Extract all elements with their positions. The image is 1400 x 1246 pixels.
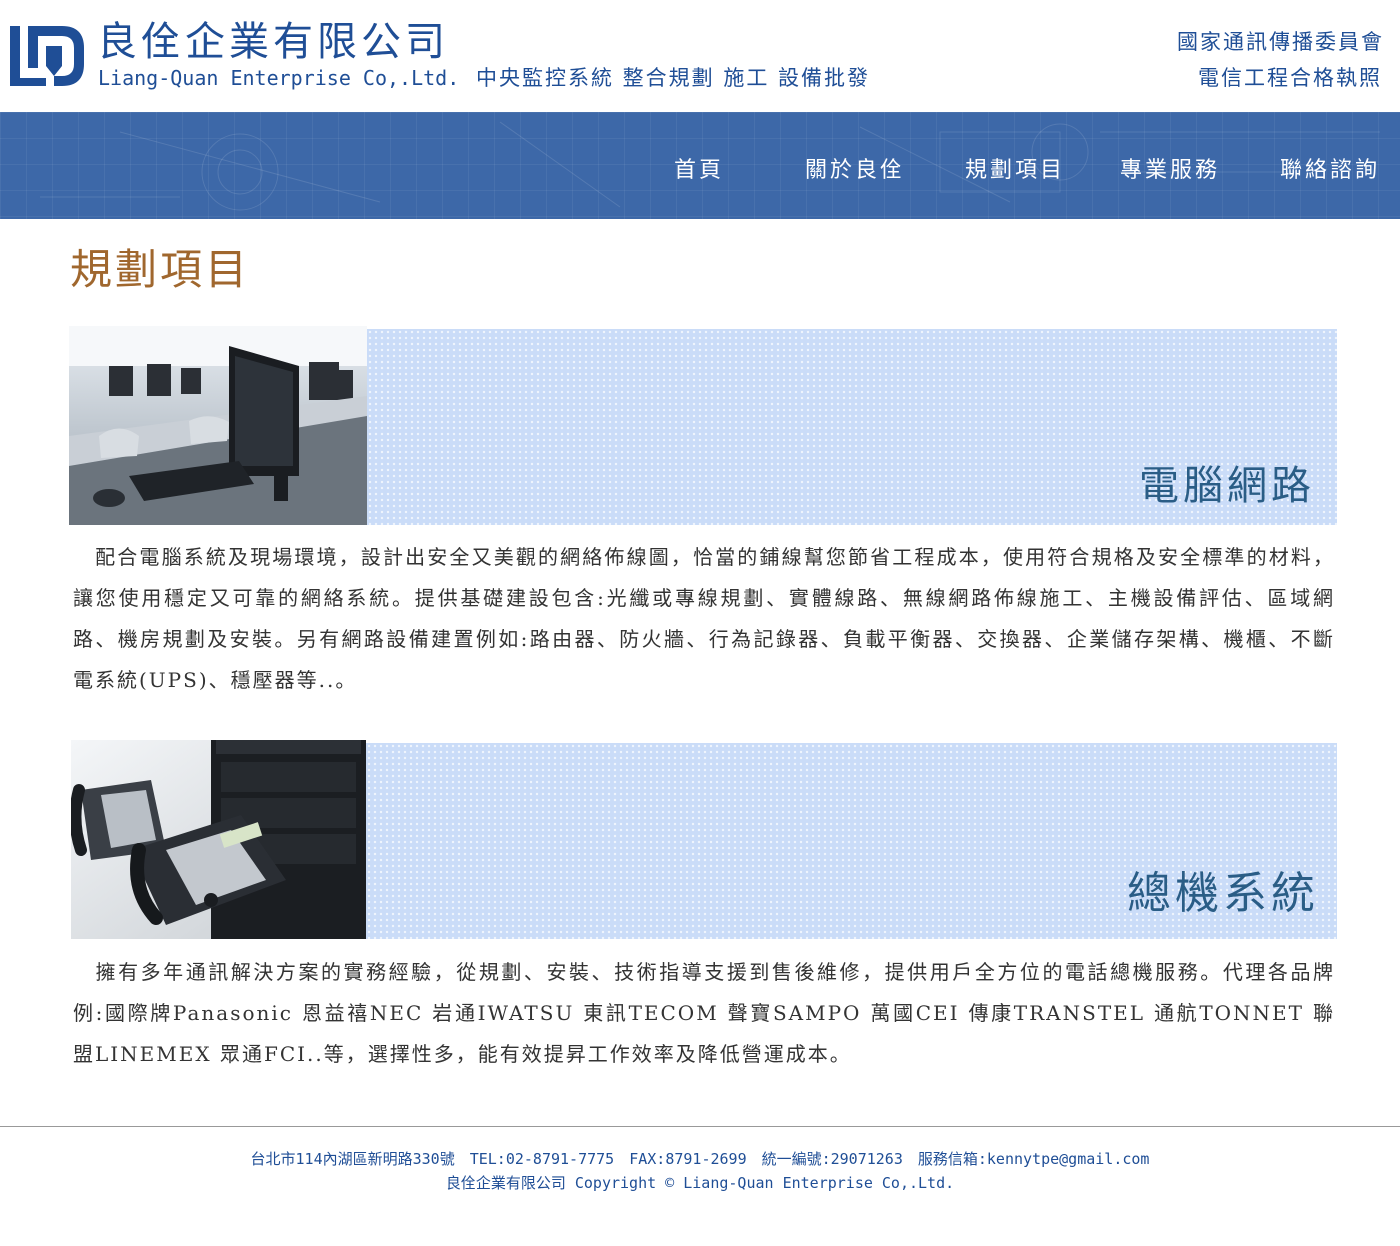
- company-tagline: 中央監控系統 整合規劃 施工 設備批發: [476, 66, 871, 90]
- nav-contact[interactable]: 聯絡諮詢: [1280, 156, 1380, 186]
- section-title-strip: 總機系統: [366, 743, 1337, 939]
- section-banner-network: 電腦網路: [69, 326, 1337, 525]
- site-header: 良佺企業有限公司 Liang-Quan Enterprise Co,.Ltd. …: [0, 0, 1400, 112]
- section-text-network: 配合電腦系統及現場環境，設計出安全又美觀的網絡佈線圖，恰當的鋪線幫您節省工程成本…: [73, 545, 1335, 692]
- company-name-english: Liang-Quan Enterprise Co,.Ltd.: [98, 66, 460, 90]
- nav-services[interactable]: 專業服務: [1120, 156, 1220, 186]
- page-title: 規劃項目: [70, 245, 251, 294]
- main-navigation: 首頁 關於良佺 規劃項目 專業服務 聯絡諮詢: [0, 112, 1400, 219]
- pbx-phone-photo-icon: [71, 740, 366, 939]
- footer-divider: [0, 1126, 1400, 1127]
- section-title-pbx: 總機系統: [1127, 868, 1319, 919]
- footer-contact-info: 台北市114內湖區新明路330號 TEL:02-8791-7775 FAX:87…: [250, 1150, 1150, 1168]
- section-banner-pbx: 總機系統: [71, 740, 1337, 939]
- nav-about[interactable]: 關於良佺: [805, 156, 905, 186]
- section-text-pbx: 擁有多年通訊解決方案的實務經驗，從規劃、安裝、技術指導支援到售後維修，提供用戶全…: [73, 960, 1335, 1066]
- company-logo-icon[interactable]: [10, 24, 86, 88]
- license-authority: 國家通訊傳播委員會: [1177, 30, 1384, 54]
- footer-copyright: 良佺企業有限公司 Copyright © Liang-Quan Enterpri…: [445, 1174, 955, 1192]
- company-name-chinese: 良佺企業有限公司: [97, 19, 449, 65]
- section-title-strip: 電腦網路: [367, 329, 1337, 525]
- nav-planning[interactable]: 規劃項目: [965, 156, 1065, 186]
- section-title-network: 電腦網路: [1139, 463, 1315, 509]
- computer-lab-photo-icon: [69, 326, 367, 525]
- nav-home[interactable]: 首頁: [674, 156, 724, 186]
- license-type: 電信工程合格執照: [1198, 66, 1382, 90]
